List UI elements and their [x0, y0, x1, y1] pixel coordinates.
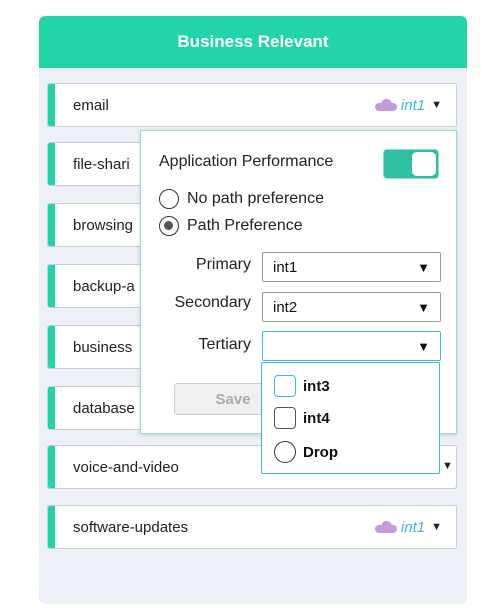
panel-title: Business Relevant	[177, 32, 329, 51]
row-label: backup-a	[73, 277, 135, 295]
row-accent-bar	[48, 143, 55, 185]
triangle-down-icon: ▼	[417, 259, 430, 275]
primary-label: Primary	[195, 256, 251, 273]
option-label: Drop	[303, 443, 338, 461]
caret-down-icon[interactable]: ▼	[431, 521, 442, 533]
row-accent-bar	[48, 326, 55, 368]
interface-selector[interactable]: int1 ▼	[374, 506, 442, 548]
row-accent-bar	[48, 506, 55, 548]
radio-icon[interactable]	[159, 189, 179, 209]
triangle-down-icon: ▼	[417, 338, 430, 354]
row-accent-bar	[48, 387, 55, 429]
triangle-down-icon: ▼	[417, 299, 430, 315]
row-accent-bar	[48, 265, 55, 307]
row-accent-bar	[48, 446, 55, 488]
row-label: database	[73, 399, 135, 417]
app-row-email[interactable]: email int1 ▼	[47, 83, 457, 127]
tertiary-label: Tertiary	[198, 336, 251, 353]
radio-label: No path preference	[187, 190, 324, 207]
panel-header: Business Relevant	[39, 16, 467, 68]
toggle-knob	[412, 152, 436, 176]
select-value: int2	[273, 298, 298, 316]
caret-down-icon[interactable]: ▼	[431, 99, 442, 111]
popup-title: Application Performance	[159, 153, 334, 170]
option-int3[interactable]: int3	[274, 375, 330, 397]
radio-icon[interactable]	[274, 441, 296, 463]
interface-selector[interactable]: int1 ▼	[374, 84, 442, 126]
row-label: email	[73, 96, 109, 114]
interface-link[interactable]: int1	[401, 519, 425, 536]
save-button-label: Save	[215, 390, 251, 408]
checkbox-icon[interactable]	[274, 407, 296, 429]
row-label: software-updates	[73, 518, 189, 536]
row-label: business	[73, 338, 133, 356]
select-value: int1	[273, 258, 298, 276]
row-label: voice-and-video	[73, 458, 179, 476]
option-label: int4	[303, 409, 330, 427]
checkbox-icon[interactable]	[274, 375, 296, 397]
tertiary-select[interactable]: ▼	[262, 331, 441, 361]
app-row-software-updates[interactable]: software-updates int1 ▼	[47, 505, 457, 549]
cloud-icon	[374, 521, 397, 533]
radio-no-path-preference[interactable]: No path preference	[159, 189, 324, 209]
secondary-label: Secondary	[174, 294, 252, 311]
caret-down-icon[interactable]: ▼	[442, 460, 453, 472]
interface-link[interactable]: int1	[401, 97, 425, 114]
row-accent-bar	[48, 204, 55, 246]
radio-path-preference[interactable]: Path Preference	[159, 216, 303, 236]
row-label: file-shari	[73, 155, 130, 173]
app-performance-toggle[interactable]	[383, 149, 439, 179]
row-label: browsing	[73, 216, 134, 234]
row-accent-bar	[48, 84, 55, 126]
option-label: int3	[303, 377, 330, 395]
radio-label: Path Preference	[187, 217, 303, 234]
option-drop[interactable]: Drop	[274, 441, 338, 463]
radio-checked-icon[interactable]	[159, 216, 179, 236]
secondary-select[interactable]: int2 ▼	[262, 292, 441, 322]
primary-select[interactable]: int1 ▼	[262, 252, 441, 282]
tertiary-dropdown-list: int3 int4 Drop	[261, 362, 440, 474]
option-int4[interactable]: int4	[274, 407, 330, 429]
cloud-icon	[374, 99, 397, 111]
